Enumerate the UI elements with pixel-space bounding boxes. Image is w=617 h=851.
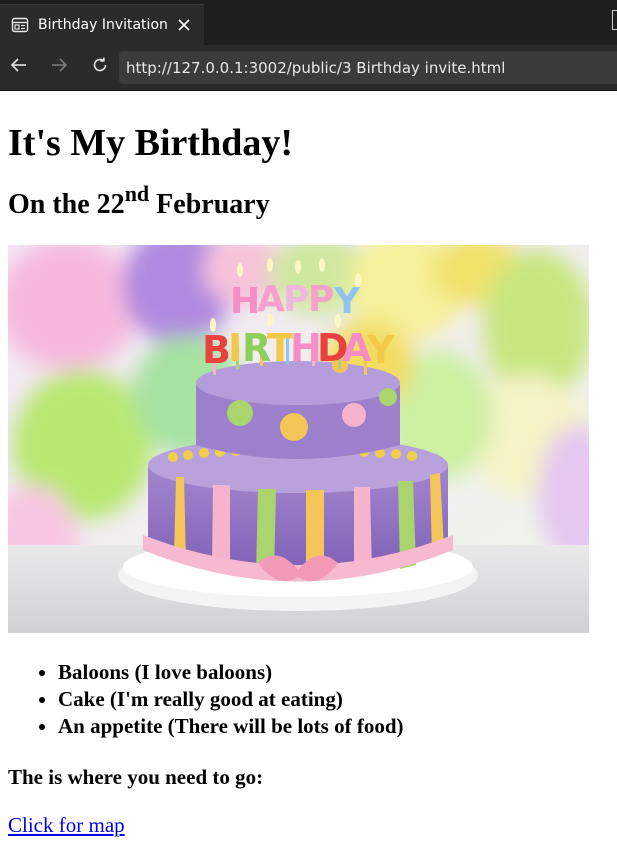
forward-button[interactable] — [38, 45, 80, 90]
tab-title: Birthday Invitation — [38, 17, 168, 33]
browser-toolbar: http://127.0.0.1:3002/public/3 Birthday … — [0, 45, 617, 90]
date-month: February — [149, 189, 270, 220]
page-content: It's My Birthday! On the 22nd February H… — [0, 91, 617, 839]
svg-text:A: A — [257, 279, 285, 320]
window-edge — [612, 10, 617, 30]
reload-button[interactable] — [80, 45, 120, 90]
svg-text:I: I — [228, 326, 242, 370]
reload-icon — [91, 56, 109, 79]
list-item: Baloons (I love baloons) — [58, 659, 617, 686]
back-button[interactable] — [0, 45, 38, 90]
svg-text:P: P — [283, 279, 309, 320]
directions-heading: The is where you need to go: — [8, 765, 264, 789]
address-bar[interactable]: http://127.0.0.1:3002/public/3 Birthday … — [119, 51, 617, 84]
svg-text:Y: Y — [366, 328, 395, 372]
date-heading: On the 22nd February — [8, 165, 617, 225]
close-icon[interactable] — [174, 15, 194, 35]
arrow-right-icon — [50, 56, 68, 79]
browser-tab[interactable]: Birthday Invitation — [0, 4, 204, 45]
svg-text:P: P — [308, 279, 334, 320]
list-item: Cake (I'm really good at eating) — [58, 686, 617, 713]
birthday-cake-image: H A P P Y B I R T H D A Y — [8, 245, 589, 633]
arrow-left-icon — [10, 56, 28, 79]
browser-tab-strip: Birthday Invitation — [0, 0, 617, 45]
list-item: An appetite (There will be lots of food) — [58, 713, 617, 740]
map-link[interactable]: Click for map — [8, 812, 125, 839]
page-icon — [11, 16, 29, 34]
date-ordinal: nd — [124, 180, 150, 206]
svg-text:H: H — [230, 281, 260, 322]
svg-text:Y: Y — [333, 281, 361, 322]
page-title: It's My Birthday! — [8, 122, 293, 164]
date-prefix: On the 22 — [8, 189, 125, 220]
svg-text:B: B — [202, 328, 231, 372]
bring-list: Baloons (I love baloons) Cake (I'm reall… — [8, 659, 617, 740]
